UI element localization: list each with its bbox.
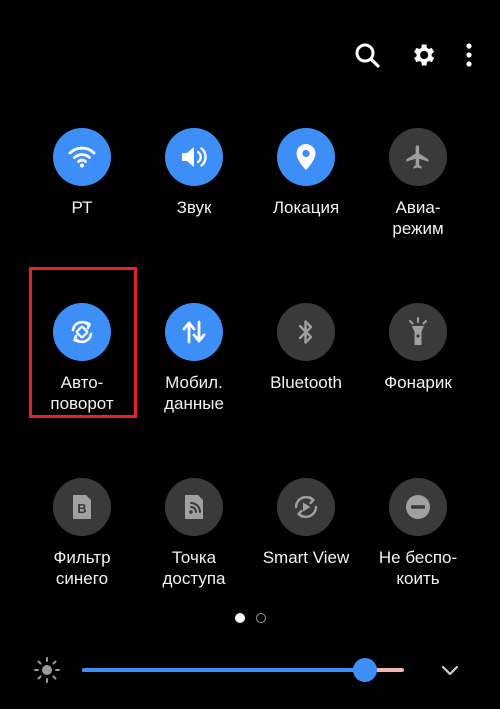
tile-do-not-disturb[interactable]: Не беспо- коить <box>362 478 474 589</box>
brightness-slider-fill <box>82 668 366 672</box>
tile-mobile-data[interactable]: Мобил. данные <box>138 303 250 414</box>
top-actions <box>350 38 476 72</box>
airplane-icon <box>406 145 429 169</box>
tile-location-button[interactable] <box>277 128 335 186</box>
brightness-slider-track[interactable] <box>82 658 404 682</box>
tile-airplane-mode[interactable]: Авиа- режим <box>362 128 474 239</box>
tile-blue-light-filter[interactable]: B Фильтр синего <box>26 478 138 589</box>
tile-label: Bluetooth <box>270 373 342 392</box>
tile-label: РТ <box>71 198 93 217</box>
highlight-box <box>29 267 137 418</box>
tile-label: Авиа- режим <box>392 198 444 238</box>
svg-text:B: B <box>77 501 86 516</box>
gear-icon <box>414 44 435 66</box>
tile-sound-button[interactable] <box>165 128 223 186</box>
tile-blue-light-filter-button[interactable]: B <box>53 478 111 536</box>
mobile-data-icon <box>182 320 206 344</box>
tile-label: Не беспо- коить <box>378 548 458 588</box>
tile-smart-view-button[interactable] <box>277 478 335 536</box>
tile-flashlight[interactable]: Фонарик <box>362 303 474 414</box>
do-not-disturb-icon <box>406 495 430 519</box>
tile-label: Мобил. данные <box>164 373 224 413</box>
tile-hotspot[interactable]: Точка доступа <box>138 478 250 589</box>
search-button[interactable] <box>350 38 384 72</box>
more-vert-icon <box>466 43 472 67</box>
page-dot[interactable] <box>255 613 266 623</box>
tile-location[interactable]: Локация <box>250 128 362 239</box>
volume-icon <box>182 147 207 167</box>
tile-flashlight-button[interactable] <box>389 303 447 361</box>
bluetooth-icon <box>298 320 313 344</box>
search-icon <box>355 43 380 68</box>
brightness-slider-thumb[interactable] <box>353 658 378 682</box>
tile-wifi[interactable]: РТ <box>26 128 138 239</box>
blue-light-filter-icon: B <box>73 495 91 519</box>
flashlight-icon <box>409 317 427 345</box>
page-indicator <box>0 613 500 623</box>
tile-bluetooth-button[interactable] <box>277 303 335 361</box>
tile-wifi-button[interactable] <box>53 128 111 186</box>
tile-sound[interactable]: Звук <box>138 128 250 239</box>
hotspot-icon <box>185 495 203 519</box>
smart-view-icon <box>294 495 318 519</box>
location-pin-icon <box>296 144 316 170</box>
tile-bluetooth[interactable]: Bluetooth <box>250 303 362 414</box>
tile-label: Фонарик <box>384 373 452 392</box>
tile-smart-view[interactable]: Smart View <box>250 478 362 589</box>
tile-hotspot-button[interactable] <box>165 478 223 536</box>
tile-mobile-data-button[interactable] <box>165 303 223 361</box>
page-dot-active[interactable] <box>234 613 245 623</box>
settings-button[interactable] <box>406 38 440 72</box>
chevron-down-icon[interactable] <box>438 658 462 682</box>
tile-label: Фильтр синего <box>53 548 111 588</box>
tile-label: Звук <box>176 198 212 217</box>
brightness-icon <box>34 657 60 683</box>
more-options-button[interactable] <box>462 38 476 72</box>
wifi-icon <box>68 146 96 168</box>
tile-dnd-button[interactable] <box>389 478 447 536</box>
tile-label: Smart View <box>262 548 350 567</box>
brightness-bar <box>0 650 500 690</box>
tile-label: Точка доступа <box>162 548 226 588</box>
tile-label: Локация <box>272 198 340 217</box>
tile-airplane-button[interactable] <box>389 128 447 186</box>
